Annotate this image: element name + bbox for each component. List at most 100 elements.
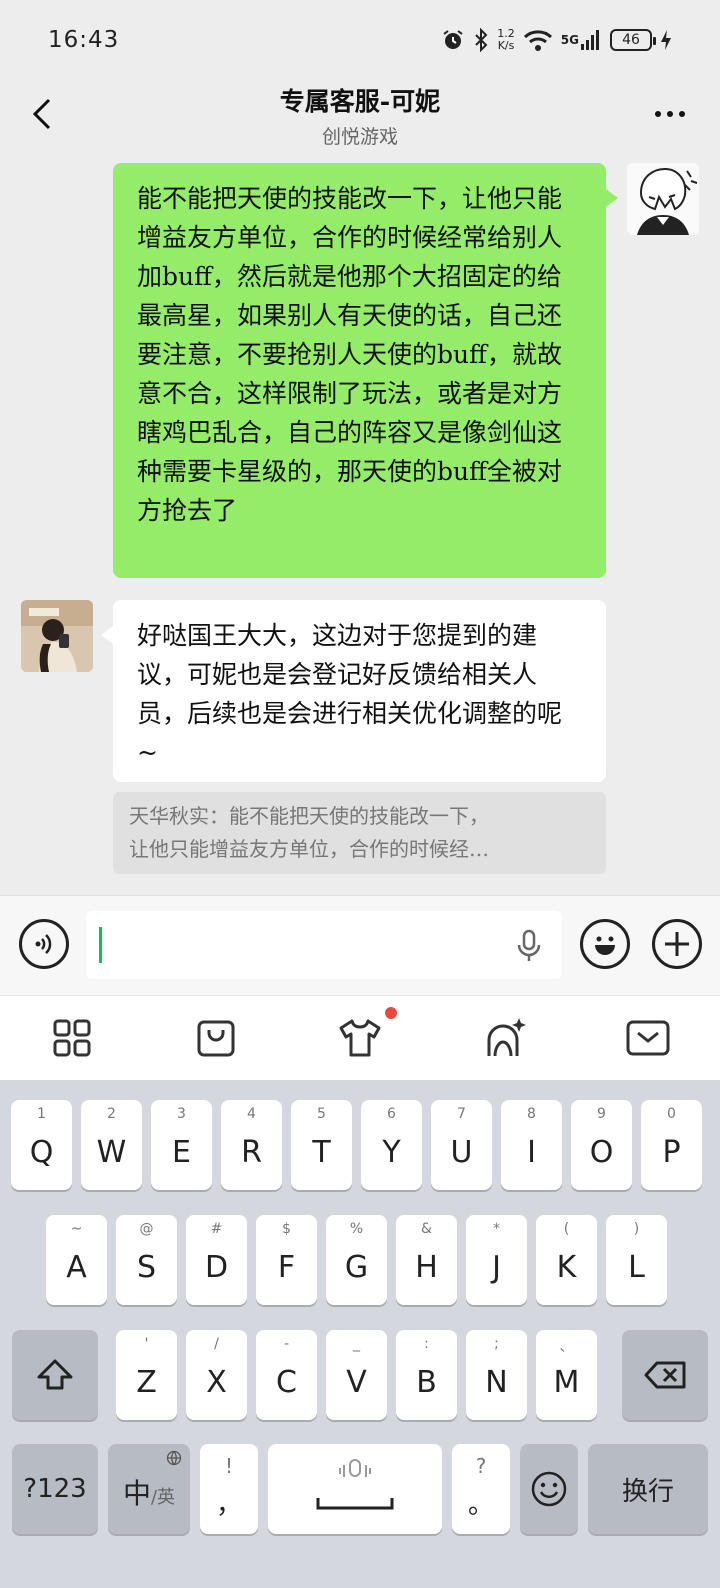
key-main: U	[450, 1134, 473, 1170]
key-s[interactable]: @ S	[116, 1215, 177, 1305]
quoted-message[interactable]: 天华秋实：能不能把天使的技能改一下， 让他只能增益友方单位，合作的时候经…	[113, 792, 606, 874]
key-sub: -	[283, 1336, 290, 1352]
chat-area[interactable]: 能不能把天使的技能改一下，让他只能增益友方单位，合作的时候经常给别人加buff，…	[0, 160, 720, 890]
ai-button[interactable]	[479, 1013, 529, 1063]
key-i[interactable]: 8I	[501, 1100, 562, 1190]
key-main: G	[344, 1249, 369, 1285]
keyboard-toolbar	[0, 995, 720, 1080]
key-main: I	[527, 1134, 536, 1170]
enter-key[interactable]: 换行	[588, 1444, 708, 1534]
quote-line: 天华秋实：能不能把天使的技能改一下，	[129, 804, 489, 828]
key-f[interactable]: $ F	[256, 1215, 317, 1305]
my-avatar[interactable]	[627, 163, 699, 235]
key-main: C	[276, 1364, 297, 1400]
period-key[interactable]: ?。	[452, 1444, 510, 1534]
language-key[interactable]: 中/英	[108, 1444, 190, 1534]
plus-button[interactable]	[652, 919, 702, 969]
key-sub: %	[349, 1221, 364, 1237]
message-input[interactable]	[86, 911, 562, 979]
net-speed: 1.2 K/s	[497, 28, 515, 52]
key-v[interactable]: _ V	[326, 1330, 387, 1420]
more-button[interactable]	[648, 100, 692, 128]
chat-header: 专属客服-可妮 创悦游戏	[0, 80, 720, 160]
key-q[interactable]: 1Q	[11, 1100, 72, 1190]
skin-button[interactable]	[335, 1007, 397, 1063]
clipboard-button[interactable]	[191, 1013, 241, 1063]
key-d[interactable]: # D	[186, 1215, 247, 1305]
apps-button[interactable]	[47, 1013, 97, 1063]
key-h[interactable]: & H	[396, 1215, 457, 1305]
received-message[interactable]: 好哒国王大大，这边对于您提到的建议，可妮也是会登记好反馈给相关人员，后续也是会进…	[101, 600, 606, 782]
key-main: J	[492, 1249, 501, 1285]
key-sub: ~	[70, 1221, 83, 1237]
key-main: A	[66, 1249, 87, 1285]
backspace-key[interactable]	[622, 1330, 708, 1420]
key-main: B	[416, 1364, 437, 1400]
key-main: T	[312, 1134, 331, 1170]
network-type: 5G	[560, 33, 579, 47]
key-a[interactable]: ~ A	[46, 1215, 107, 1305]
lang-main-label: 中	[122, 1477, 151, 1510]
key-w[interactable]: 2W	[81, 1100, 142, 1190]
key-t[interactable]: 5T	[291, 1100, 352, 1190]
key-l[interactable]: ) L	[606, 1215, 667, 1305]
bluetooth-icon	[473, 28, 489, 52]
key-e[interactable]: 3E	[151, 1100, 212, 1190]
charging-icon	[660, 29, 672, 51]
voice-button[interactable]	[19, 919, 69, 969]
grid-icon	[53, 1019, 91, 1057]
key-p[interactable]: 0P	[641, 1100, 702, 1190]
more-dots-icon	[655, 111, 661, 117]
comma-key[interactable]: !，	[200, 1444, 258, 1534]
key-y[interactable]: 6Y	[361, 1100, 422, 1190]
emoji-key[interactable]	[520, 1444, 578, 1534]
key-g[interactable]: % G	[326, 1215, 387, 1305]
key-sub: @	[139, 1221, 154, 1237]
sent-message[interactable]: 能不能把天使的技能改一下，让他只能增益友方单位，合作的时候经常给别人加buff，…	[113, 163, 618, 578]
battery-level: 46	[622, 32, 640, 48]
mic-icon[interactable]	[514, 926, 544, 966]
clipboard-icon	[197, 1020, 235, 1057]
wifi-icon	[523, 28, 553, 52]
net-speed-unit: K/s	[497, 39, 515, 52]
key-sub: _	[353, 1336, 360, 1352]
ai-sparkle-icon	[487, 1018, 526, 1057]
key-b[interactable]: :B	[396, 1330, 457, 1420]
more-dot	[667, 111, 673, 117]
text-caret	[99, 927, 102, 963]
key-sub: /	[214, 1336, 219, 1352]
agent-avatar[interactable]	[21, 600, 93, 672]
key-x[interactable]: / X	[186, 1330, 247, 1420]
key-o[interactable]: 9O	[571, 1100, 632, 1190]
key-main: Q	[29, 1134, 54, 1170]
symbols-key[interactable]: ?123	[12, 1444, 98, 1534]
key-main: 。	[467, 1489, 494, 1520]
globe-icon	[166, 1450, 182, 1470]
notification-dot	[385, 1007, 397, 1019]
key-sub: 2	[107, 1106, 116, 1122]
key-main: K	[556, 1249, 577, 1285]
key-m[interactable]: 、 M	[536, 1330, 597, 1420]
enter-key-label: 换行	[621, 1476, 674, 1507]
key-n[interactable]: ; N	[466, 1330, 527, 1420]
emoji-button[interactable]	[580, 919, 630, 969]
key-sub: $	[282, 1221, 291, 1237]
key-sub: 4	[247, 1106, 256, 1122]
key-sub: &	[421, 1221, 432, 1237]
key-z[interactable]: ' Z	[116, 1330, 177, 1420]
alarm-icon	[441, 28, 465, 52]
key-r[interactable]: 4R	[221, 1100, 282, 1190]
shift-key[interactable]	[12, 1330, 98, 1420]
key-main: O	[589, 1134, 614, 1170]
key-u[interactable]: 7U	[431, 1100, 492, 1190]
key-main: L	[628, 1249, 645, 1285]
key-main: H	[415, 1249, 438, 1285]
key-c[interactable]: -C	[256, 1330, 317, 1420]
key-main: Y	[382, 1134, 401, 1170]
voice-icon	[35, 934, 52, 954]
key-j[interactable]: * J	[466, 1215, 527, 1305]
key-k[interactable]: (K	[536, 1215, 597, 1305]
space-key[interactable]	[268, 1444, 442, 1534]
hide-keyboard-button[interactable]	[623, 1013, 673, 1063]
key-sub: 6	[387, 1106, 396, 1122]
